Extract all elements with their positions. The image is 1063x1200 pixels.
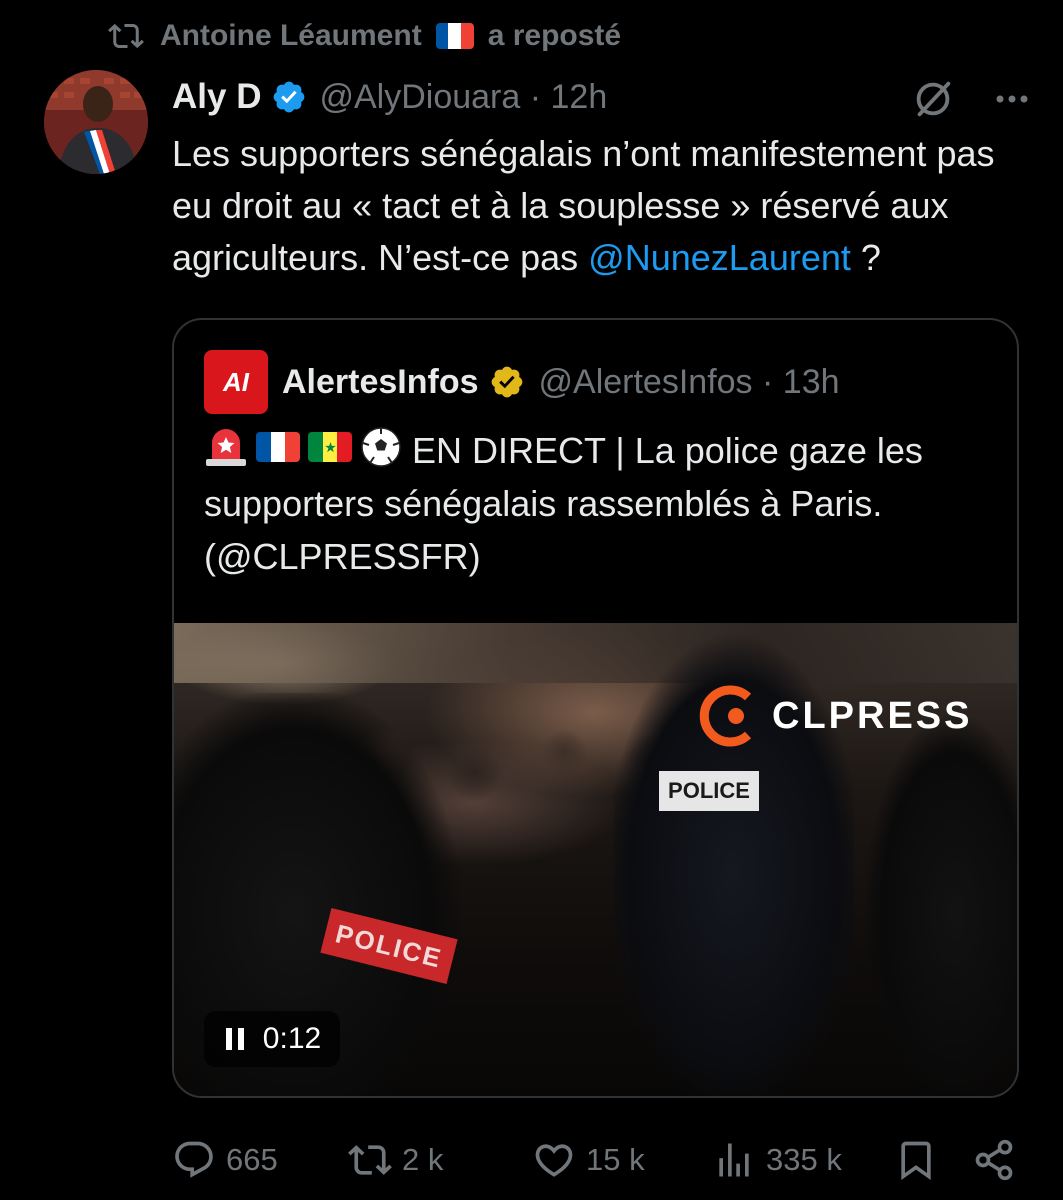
- video-officer-right: [864, 713, 1017, 1096]
- mention-link[interactable]: @NunezLaurent: [588, 237, 851, 278]
- tweet-text: Les supporters sénégalais n’ont manifest…: [172, 133, 995, 278]
- soccer-ball-icon: [361, 427, 401, 467]
- tweet-time: 12h: [550, 77, 608, 116]
- verified-badge-icon: [274, 81, 305, 113]
- more-options-icon[interactable]: [992, 79, 1032, 119]
- repost-button[interactable]: 2 k: [348, 1138, 443, 1182]
- flag-france: [435, 23, 474, 49]
- reply-button[interactable]: 665: [172, 1138, 278, 1182]
- quote-header: AI AlertesInfos @AlertesInfos · 13h: [204, 350, 840, 414]
- emoji-row: [204, 426, 402, 468]
- flag-france-icon: [256, 432, 300, 462]
- header-actions: [910, 76, 1032, 122]
- avatar[interactable]: [44, 70, 148, 174]
- quote-author-handle[interactable]: @AlertesInfos · 13h: [539, 363, 840, 402]
- repost-user-link[interactable]: Antoine Léaument: [160, 19, 422, 53]
- siren-icon: [206, 429, 246, 466]
- video-time: 0:12: [262, 1022, 322, 1055]
- repost-suffix: a reposté: [487, 19, 622, 52]
- heart-icon: [535, 1144, 573, 1177]
- like-button[interactable]: 15 k: [532, 1138, 645, 1182]
- repost-icon: [348, 1145, 392, 1175]
- bookmark-icon: [901, 1141, 931, 1181]
- police-badge-center: POLICE: [659, 771, 759, 811]
- video-background: [174, 623, 1017, 683]
- video-timer[interactable]: 0:12: [204, 1011, 340, 1067]
- bookmark-button[interactable]: [894, 1138, 938, 1182]
- repost-context: Antoine Léaument a reposté: [106, 18, 621, 54]
- quote-time: 13h: [782, 362, 840, 401]
- share-icon: [975, 1139, 1013, 1181]
- avatar-image: [44, 70, 148, 174]
- repost-count: 2 k: [402, 1142, 444, 1177]
- views-button[interactable]: 335 k: [712, 1138, 842, 1182]
- repost-icon: [108, 23, 144, 49]
- author-handle[interactable]: @AlyDiouara · 12h: [319, 78, 607, 117]
- author-name[interactable]: Aly D: [172, 77, 261, 117]
- clpress-logo-icon: [699, 685, 752, 747]
- video-player[interactable]: POLICE POLICE CLPRESS 0:12: [174, 623, 1017, 1096]
- share-button[interactable]: [972, 1138, 1016, 1182]
- reply-count: 665: [226, 1142, 278, 1177]
- views-icon: [719, 1143, 749, 1177]
- like-count: 15 k: [586, 1142, 645, 1177]
- quote-author-name[interactable]: AlertesInfos: [282, 363, 479, 402]
- clpress-watermark: CLPRESS: [698, 683, 972, 749]
- tweet-header: Aly D @AlyDiouara · 12h: [172, 72, 1032, 122]
- quote-text: EN DIRECT | La police gaze les supporters…: [204, 424, 994, 583]
- quoted-tweet[interactable]: AI AlertesInfos @AlertesInfos · 13h EN D…: [172, 318, 1019, 1098]
- flag-senegal-icon: [308, 432, 352, 462]
- views-count: 335 k: [766, 1142, 842, 1177]
- verified-gold-badge-icon: [491, 366, 522, 398]
- reply-icon: [175, 1141, 213, 1178]
- grok-icon[interactable]: [910, 76, 956, 122]
- alertesinfos-logo: AI: [204, 350, 268, 414]
- pause-icon[interactable]: [223, 1026, 247, 1052]
- action-bar: 665 2 k 15 k 335 k: [172, 1130, 1022, 1190]
